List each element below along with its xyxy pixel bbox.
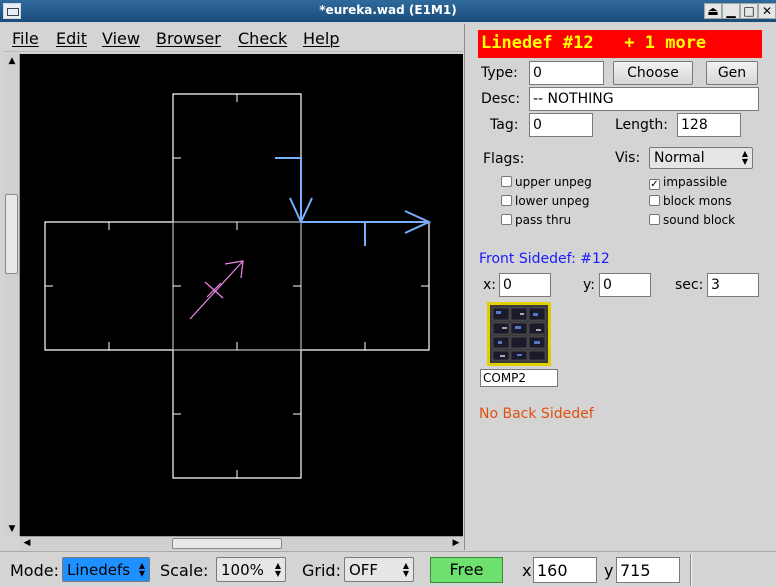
menu-view[interactable]: View xyxy=(102,29,140,48)
flag-pass-thru-label: pass thru xyxy=(515,213,572,227)
checkbox-icon xyxy=(501,214,512,225)
linedef-ticks xyxy=(45,94,429,478)
mode-select[interactable]: Linedefs ▲ ▼ xyxy=(62,557,150,582)
texture-name-field[interactable]: COMP2 xyxy=(480,369,558,387)
flag-upper-unpeg[interactable]: upper unpeg xyxy=(501,175,592,189)
scroll-up-icon[interactable]: ▲ xyxy=(4,54,20,68)
flag-block-mons[interactable]: block mons xyxy=(649,194,732,208)
checkbox-icon xyxy=(649,214,660,225)
scroll-left-icon[interactable]: ◀ xyxy=(20,537,34,551)
choose-button[interactable]: Choose xyxy=(613,61,693,85)
x-offset-field[interactable]: 0 xyxy=(499,273,551,297)
checkbox-checked-icon: ✓ xyxy=(649,179,660,190)
menu-bar: File Edit View Browser Check Help xyxy=(4,25,463,52)
flag-sound-block[interactable]: sound block xyxy=(649,213,735,227)
updown-icon: ▲ ▼ xyxy=(741,149,748,166)
grid-label: Grid: xyxy=(302,561,341,580)
scale-label: Scale: xyxy=(160,561,209,580)
tag-field[interactable]: 0 xyxy=(529,113,593,137)
vis-value: Normal xyxy=(654,150,705,166)
desc-label: Desc: xyxy=(481,91,521,107)
desc-field[interactable]: -- NOTHING xyxy=(529,87,759,111)
flag-sound-block-label: sound block xyxy=(663,213,736,227)
texture-preview[interactable] xyxy=(487,302,551,366)
type-field[interactable]: 0 xyxy=(529,61,604,85)
scroll-right-icon[interactable]: ▶ xyxy=(449,537,463,551)
sector-field[interactable]: 3 xyxy=(707,273,759,297)
x-coord-label: x xyxy=(522,561,532,580)
y-coord-label: y xyxy=(604,561,614,580)
length-label: Length: xyxy=(615,117,669,133)
menu-check[interactable]: Check xyxy=(238,29,287,48)
player-start-thing[interactable] xyxy=(189,260,244,320)
menu-file[interactable]: File xyxy=(12,29,39,48)
flag-pass-thru[interactable]: pass thru xyxy=(501,213,571,227)
updown-icon: ▲ ▼ xyxy=(274,561,281,578)
mode-label: Mode: xyxy=(10,561,59,580)
checkbox-icon xyxy=(501,176,512,187)
type-label: Type: xyxy=(481,65,518,81)
front-sidedef-label: Front Sidedef: #12 xyxy=(479,251,610,267)
horizontal-scrollbar[interactable]: ◀ ▶ xyxy=(20,536,463,550)
length-field[interactable]: 128 xyxy=(677,113,741,137)
menu-help[interactable]: Help xyxy=(303,29,339,48)
back-sidedef-label: No Back Sidedef xyxy=(479,406,594,422)
tag-label: Tag: xyxy=(490,117,519,133)
grid-value: OFF xyxy=(349,561,379,579)
y-offset-label: y: xyxy=(583,277,595,293)
vis-select[interactable]: Normal ▲ ▼ xyxy=(649,147,753,169)
title-bar: *eureka.wad (E1M1) ⏏ ▁ □ ✕ xyxy=(0,0,776,22)
y-offset-field[interactable]: 0 xyxy=(599,273,651,297)
updown-icon: ▲ ▼ xyxy=(402,561,409,578)
window-title: *eureka.wad (E1M1) xyxy=(319,3,457,17)
close-icon[interactable]: ✕ xyxy=(758,3,776,19)
linedef-panel: Linedef #12 + 1 more Type: 0 Choose Gen … xyxy=(464,24,776,550)
flag-lower-unpeg[interactable]: lower unpeg xyxy=(501,194,589,208)
vertical-scroll-thumb[interactable] xyxy=(5,194,18,274)
scale-select[interactable]: 100% ▲ ▼ xyxy=(216,557,286,582)
y-coord-field[interactable]: 715 xyxy=(616,557,680,583)
flag-impassible-label: impassible xyxy=(663,175,728,189)
flags-label: Flags: xyxy=(483,151,525,167)
mode-value: Linedefs xyxy=(67,561,131,579)
selected-linedefs[interactable] xyxy=(275,157,432,246)
flag-lower-unpeg-label: lower unpeg xyxy=(515,194,590,208)
flag-block-mons-label: block mons xyxy=(663,194,732,208)
linedef-header: Linedef #12 + 1 more xyxy=(478,30,762,58)
map-canvas[interactable] xyxy=(20,54,463,536)
status-divider xyxy=(690,554,692,586)
x-offset-label: x: xyxy=(483,277,497,293)
updown-icon: ▲ ▼ xyxy=(138,561,145,578)
grid-select[interactable]: OFF ▲ ▼ xyxy=(344,557,414,582)
menu-edit[interactable]: Edit xyxy=(56,29,87,48)
free-button[interactable]: Free xyxy=(430,557,503,583)
editor-window: *eureka.wad (E1M1) ⏏ ▁ □ ✕ File Edit Vie… xyxy=(0,0,776,587)
menu-browser[interactable]: Browser xyxy=(156,29,221,48)
maximize-icon[interactable]: □ xyxy=(740,3,758,19)
gen-button[interactable]: Gen xyxy=(706,61,758,85)
map-drawing[interactable] xyxy=(20,54,463,536)
checkbox-icon xyxy=(649,195,660,206)
shade-icon[interactable]: ⏏ xyxy=(704,3,722,19)
flag-impassible[interactable]: ✓ impassible xyxy=(649,175,727,190)
vertical-scrollbar[interactable]: ▲ ▼ xyxy=(4,54,20,536)
map-area: ▲ ▼ ◀ ▶ xyxy=(4,54,463,550)
scroll-down-icon[interactable]: ▼ xyxy=(4,522,20,536)
vis-label: Vis: xyxy=(615,150,641,166)
texture-image xyxy=(490,305,548,363)
status-bar: Mode: Linedefs ▲ ▼ Scale: 100% ▲ ▼ Grid: O… xyxy=(0,551,776,587)
minimize-icon[interactable]: ▁ xyxy=(722,3,740,19)
sector-label: sec: xyxy=(675,277,704,293)
sector-lines xyxy=(44,93,430,479)
x-coord-field[interactable]: 160 xyxy=(533,557,597,583)
horizontal-scroll-thumb[interactable] xyxy=(172,538,282,549)
flag-upper-unpeg-label: upper unpeg xyxy=(515,175,592,189)
checkbox-icon xyxy=(501,195,512,206)
scale-value: 100% xyxy=(221,561,264,579)
